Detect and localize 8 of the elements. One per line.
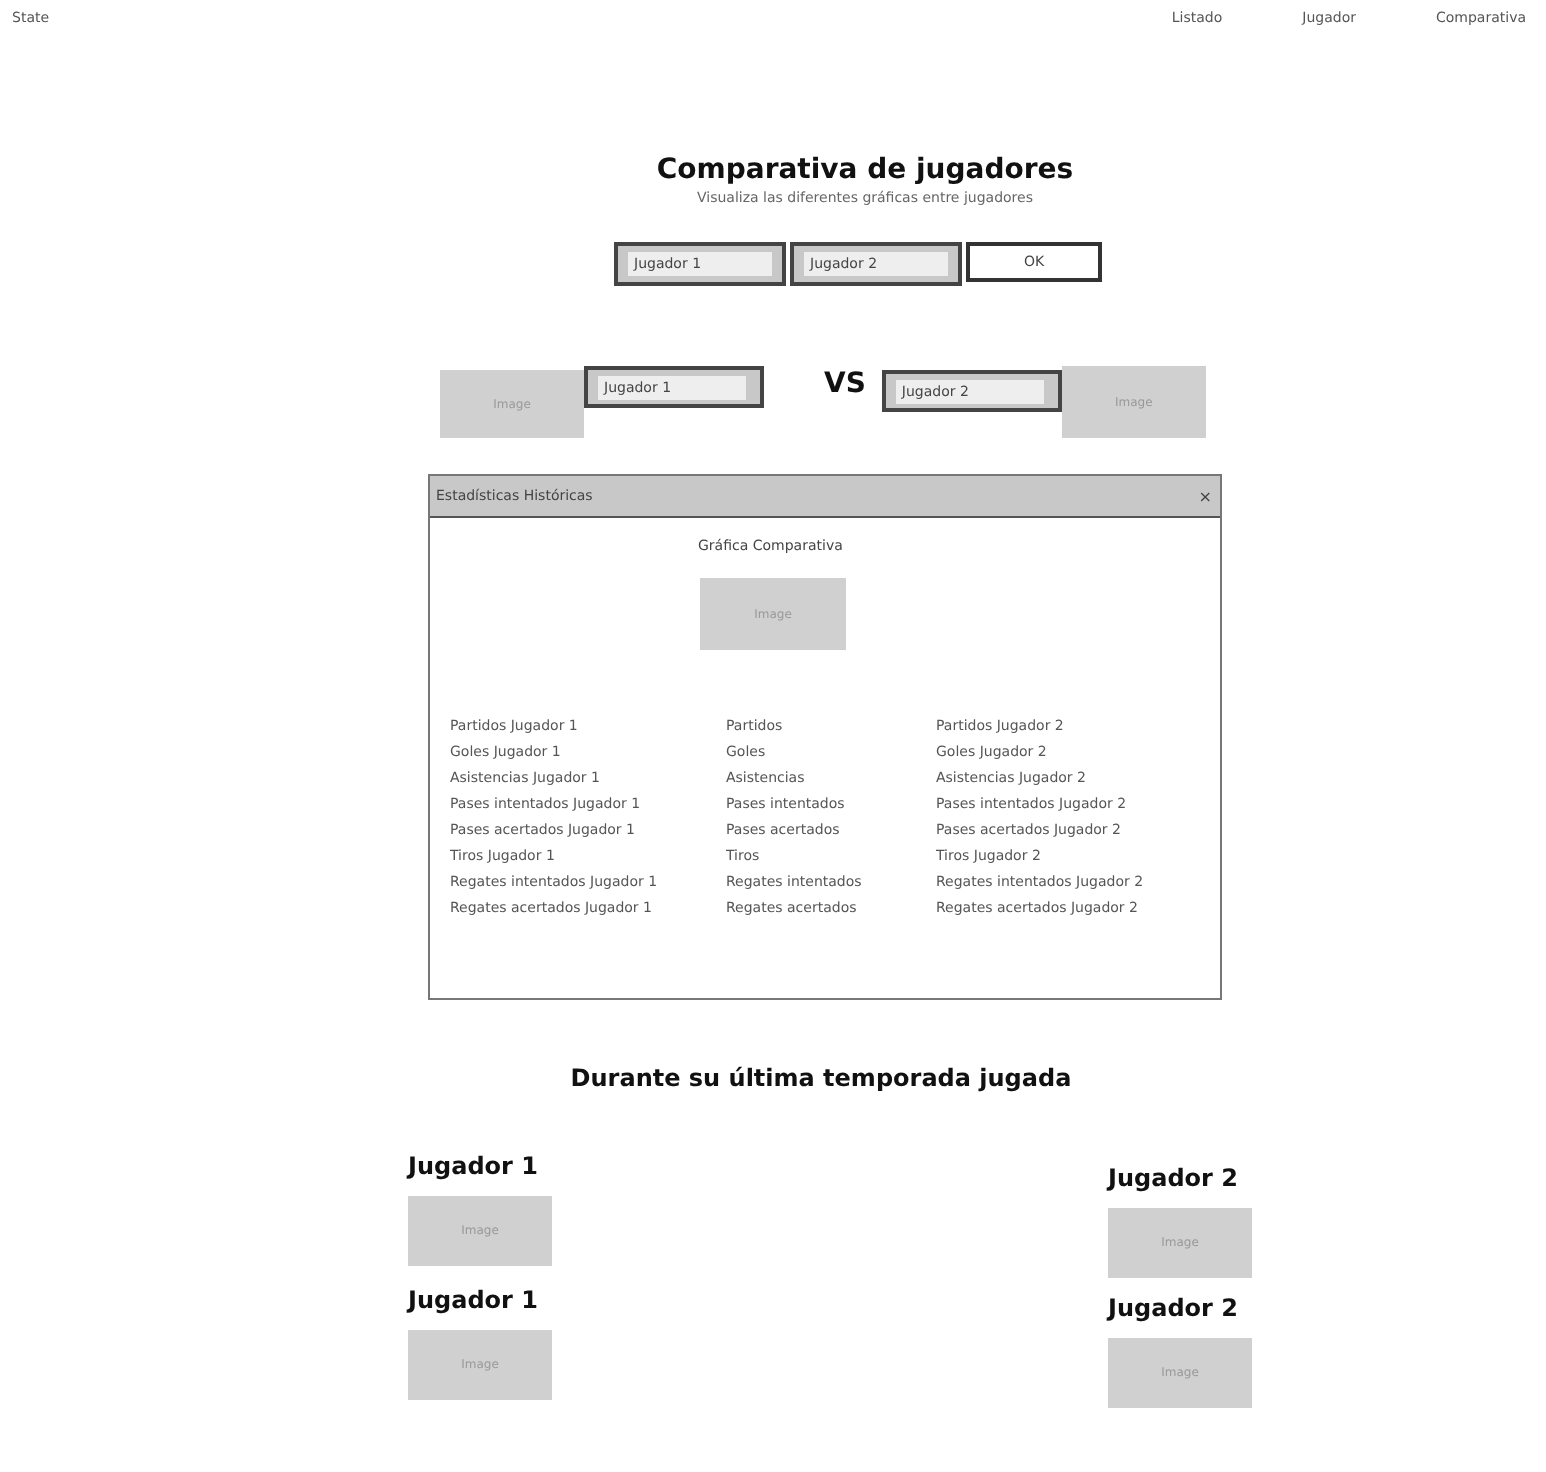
- player-name: Jugador 1: [408, 1286, 540, 1314]
- close-button[interactable]: ×: [1198, 487, 1212, 505]
- player-name: Jugador 2: [1108, 1294, 1240, 1322]
- vs-label: VS: [824, 368, 866, 400]
- player-name: Jugador 1: [408, 1152, 540, 1180]
- player-name: Jugador 2: [1108, 1164, 1240, 1192]
- page-title: Comparativa de jugadores: [654, 154, 1076, 186]
- section-title: Durante su última temporada jugada: [568, 1064, 1074, 1092]
